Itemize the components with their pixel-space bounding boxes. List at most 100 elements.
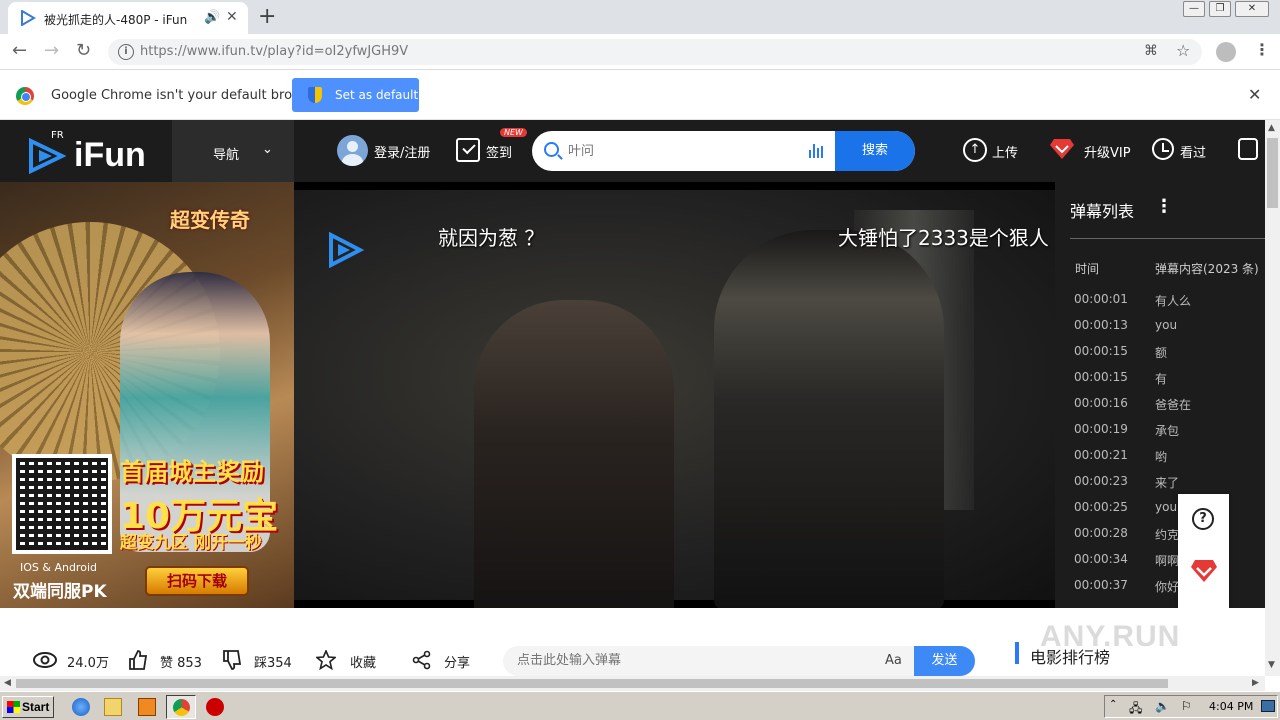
danmaku-input[interactable] (517, 653, 877, 668)
address-bar[interactable]: i https://www.ifun.tv/play?id=oI2yfwJGH9… (108, 39, 1202, 65)
windows-taskbar: Start ⌃ 🖧 🔈 ⚐ 4:04 PM (0, 691, 1280, 720)
upload-link[interactable]: 上传 (992, 142, 1018, 161)
vertical-scrollbar[interactable]: ▲ ▼ (1265, 120, 1280, 676)
search-button[interactable]: 搜索 (835, 131, 915, 171)
reload-button[interactable]: ↻ (76, 40, 91, 61)
search-input[interactable] (568, 141, 798, 161)
danmaku-list-row[interactable]: 00:00:01 有人么 (1055, 292, 1265, 318)
show-desktop-icon[interactable] (1261, 700, 1275, 712)
scroll-down-icon[interactable]: ▼ (1268, 660, 1275, 670)
ad-download-button[interactable]: 扫码下载 (145, 566, 249, 596)
danmaku-list-row[interactable]: 00:00:16 爸爸在 (1055, 396, 1265, 422)
tab-close-button[interactable]: ✕ (226, 9, 238, 25)
bookmark-star-icon[interactable]: ☆ (1176, 41, 1190, 60)
danmaku-text: 来了 (1155, 476, 1180, 490)
chevron-down-icon: ⌄ (262, 142, 273, 157)
danmaku-list-row[interactable]: 00:00:34 啊啊 (1055, 552, 1265, 578)
history-link[interactable]: 看过 (1180, 142, 1206, 161)
upload-icon[interactable]: ↑ (963, 138, 987, 162)
start-label: Start (22, 700, 50, 714)
forward-button[interactable]: → (44, 40, 59, 61)
danmaku-time: 00:00:23 (1074, 474, 1128, 488)
vertical-scroll-thumb[interactable] (1267, 138, 1278, 208)
media-player-icon[interactable] (138, 698, 156, 716)
profile-avatar-icon[interactable] (1216, 42, 1236, 62)
star-icon[interactable] (316, 650, 336, 670)
internet-explorer-icon[interactable] (72, 698, 90, 716)
user-avatar-icon[interactable] (337, 135, 368, 166)
favorite-link[interactable]: 收藏 (350, 652, 376, 671)
chrome-logo-icon (16, 87, 34, 105)
like-count[interactable]: 赞 853 (160, 652, 202, 671)
more-options-icon[interactable]: ⋮ (1155, 196, 1173, 217)
back-button[interactable]: ← (12, 40, 27, 61)
danmaku-list-row[interactable]: 00:00:15 额 (1055, 344, 1265, 370)
site-info-icon[interactable]: i (118, 44, 134, 60)
danmaku-text: 约克 (1155, 528, 1180, 542)
flag-icon[interactable]: ⚐ (1181, 699, 1192, 713)
scroll-right-icon[interactable]: ▶ (1252, 678, 1259, 688)
ifun-logo[interactable]: FR iFun (28, 130, 168, 174)
dislike-count[interactable]: 踩354 (254, 652, 292, 671)
ad-qr-code (12, 454, 112, 554)
thumbs-up-icon[interactable] (128, 650, 148, 670)
windows-flag-icon (7, 701, 20, 713)
translate-icon[interactable]: ⌘ (1144, 43, 1158, 59)
new-tab-button[interactable]: + (258, 4, 276, 29)
vip-diamond-icon[interactable] (1049, 137, 1075, 161)
infobar-close-button[interactable]: ✕ (1248, 85, 1261, 104)
danmaku-list-row[interactable]: 00:00:37 你好 (1055, 578, 1265, 604)
danmaku-list-row[interactable]: 00:00:21 哟 (1055, 448, 1265, 474)
danmaku-list-row[interactable]: 00:00:23 来了 (1055, 474, 1265, 500)
vip-diamond-icon[interactable] (1190, 558, 1218, 584)
upgrade-vip-link[interactable]: 升级VIP (1084, 142, 1131, 161)
login-register-link[interactable]: 登录/注册 (374, 142, 430, 161)
horizontal-scrollbar[interactable]: ◀ ▶ (0, 676, 1265, 691)
scroll-left-icon[interactable]: ◀ (4, 678, 11, 688)
tray-expand-icon[interactable]: ⌃ (1109, 699, 1117, 710)
horizontal-scroll-thumb[interactable] (16, 679, 1168, 688)
share-icon[interactable] (412, 650, 432, 670)
ad-game-title: 超变传奇 (170, 208, 250, 232)
danmaku-text: 你好 (1155, 580, 1180, 594)
folder-icon[interactable] (104, 698, 122, 716)
danmaku-list-row[interactable]: 00:00:25 you (1055, 500, 1265, 526)
system-tray: ⌃ 🖧 🔈 ⚐ 4:04 PM (1104, 695, 1278, 718)
game-advertisement[interactable]: 超变传奇 IOS & Android 双端同服PK 首届城主奖励 10万元宝 超… (0, 182, 294, 608)
chrome-taskbar-button[interactable] (166, 695, 196, 719)
browser-tab[interactable]: 被光抓走的人-480P - iFun 🔊 ✕ (8, 2, 248, 34)
window-maximize-button[interactable]: ❐ (1209, 1, 1231, 17)
history-clock-icon[interactable] (1152, 138, 1174, 160)
tab-audio-icon[interactable]: 🔊 (204, 10, 220, 25)
calendar-check-icon[interactable] (456, 138, 480, 162)
checkin-link[interactable]: 签到 (486, 142, 512, 161)
scroll-up-icon[interactable]: ▲ (1268, 123, 1275, 133)
danmaku-col-content: 弹幕内容(2023 条) (1155, 262, 1259, 276)
url-text[interactable]: https://www.ifun.tv/play?id=oI2yfwJGH9V (140, 44, 408, 59)
danmaku-list-row[interactable]: 00:00:15 有 (1055, 370, 1265, 396)
danmaku-font-button[interactable]: Aa (885, 653, 902, 668)
voice-search-icon[interactable] (808, 144, 824, 158)
message-icon[interactable] (1238, 138, 1258, 160)
help-icon[interactable]: ? (1192, 508, 1214, 530)
thumbs-down-icon[interactable] (222, 650, 242, 670)
scene-person-left (474, 300, 674, 608)
danmaku-list-row[interactable]: 00:00:19 承包 (1055, 422, 1265, 448)
danmaku-list-row[interactable]: 00:00:13 you (1055, 318, 1265, 344)
danmaku-list-row[interactable]: 00:00:28 约克 (1055, 526, 1265, 552)
window-minimize-button[interactable]: — (1183, 1, 1205, 17)
volume-icon[interactable]: 🔈 (1155, 699, 1170, 713)
video-player[interactable]: 就因为葱 ？ 大锤怕了2333是个狠人 (294, 182, 1055, 608)
stop-icon[interactable] (206, 698, 224, 716)
danmaku-send-button[interactable]: 发送 (914, 646, 975, 676)
set-as-default-button[interactable]: Set as default (292, 78, 419, 112)
share-link[interactable]: 分享 (444, 652, 470, 671)
danmaku-time: 00:00:25 (1074, 500, 1128, 514)
danmaku-list-panel: 弹幕列表 ⋮ 时间 弹幕内容(2023 条) 00:00:01 有人么 00:00:… (1055, 182, 1265, 608)
network-icon[interactable]: 🖧 (1129, 699, 1142, 720)
nav-dropdown[interactable]: 导航 ⌄ (172, 120, 294, 182)
chrome-menu-icon[interactable]: ⋮ (1254, 40, 1270, 59)
window-close-button[interactable]: ✕ (1235, 1, 1269, 17)
start-button[interactable]: Start (2, 696, 54, 718)
danmaku-text: 额 (1155, 346, 1168, 360)
